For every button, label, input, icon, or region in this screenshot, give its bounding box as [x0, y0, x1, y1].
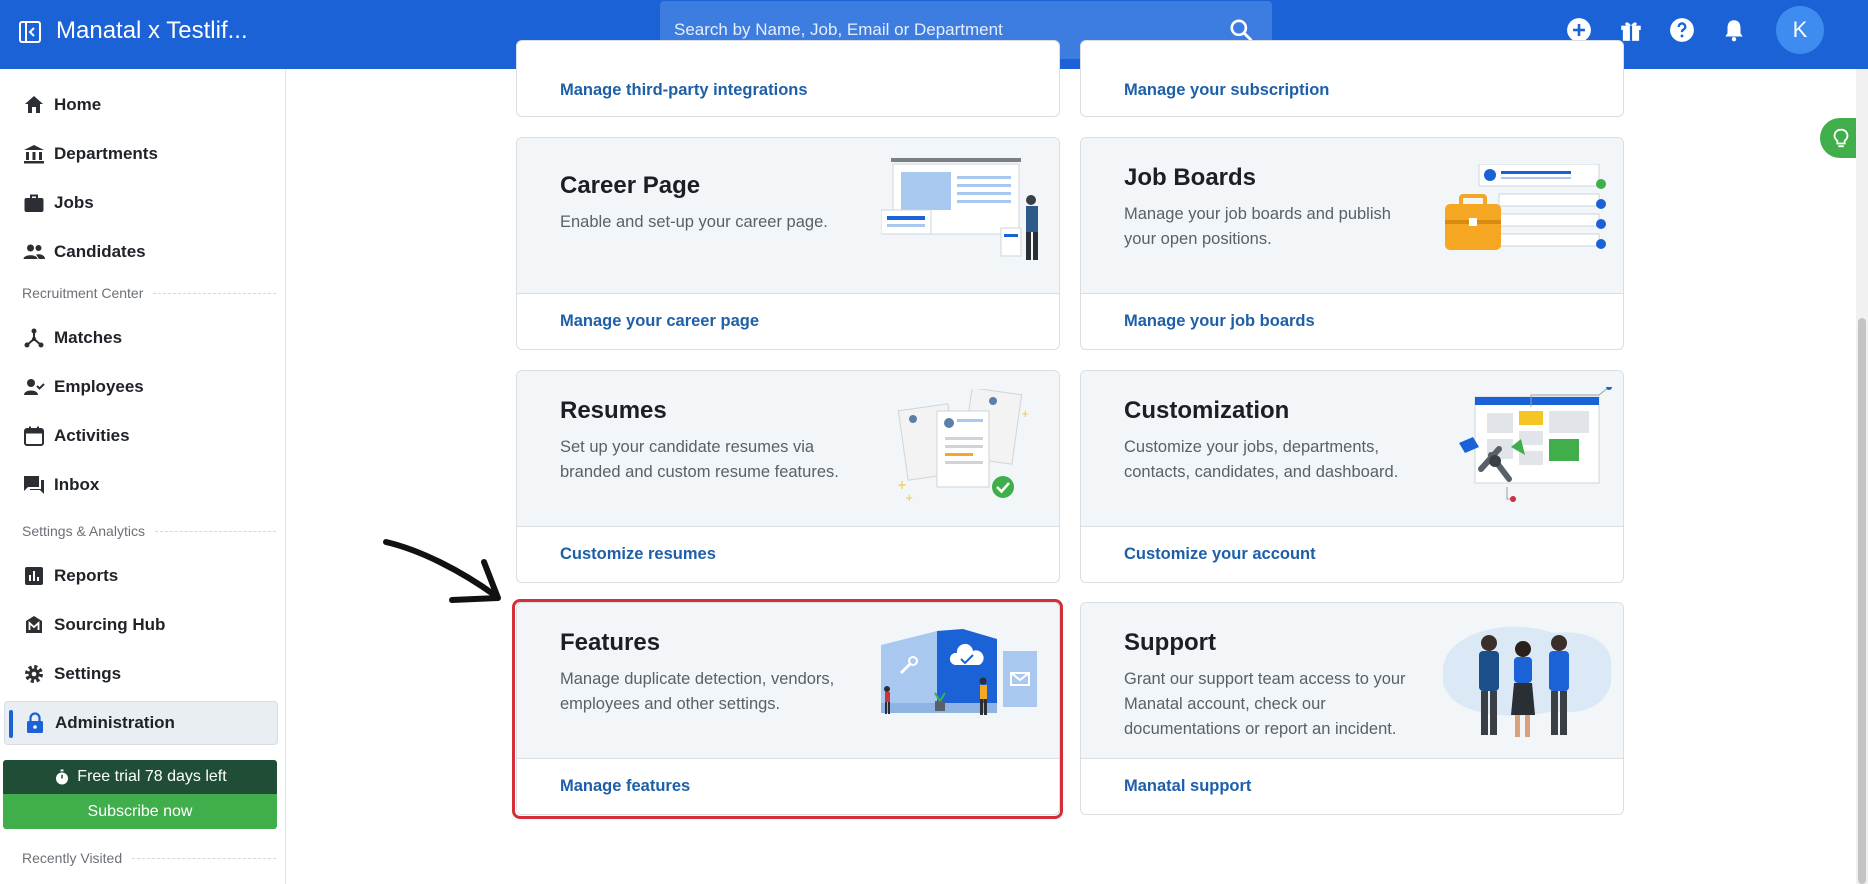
- help-icon[interactable]: [1669, 17, 1695, 43]
- sidebar-item-administration[interactable]: Administration: [4, 701, 278, 745]
- sidebar-item-label: Employees: [54, 377, 144, 396]
- sidebar-item-candidates[interactable]: Candidates: [4, 230, 278, 274]
- svg-text:+: +: [1021, 409, 1029, 420]
- section-recently-visited: Recently Visited: [22, 850, 276, 866]
- card-header: Support Grant our support team access to…: [1081, 603, 1623, 759]
- sidebar-item-label: Jobs: [54, 193, 94, 212]
- sidebar-item-jobs[interactable]: Jobs: [4, 181, 278, 225]
- briefcase-icon: [24, 194, 44, 212]
- card-support: Support Grant our support team access to…: [1080, 602, 1624, 815]
- sidebar-toggle-icon[interactable]: [18, 20, 42, 44]
- lightbulb-icon: [1833, 128, 1849, 148]
- card-description: Enable and set-up your career page.: [560, 213, 828, 231]
- sidebar-item-label: Settings: [54, 664, 122, 683]
- bar-chart-icon: [25, 567, 43, 585]
- sidebar-item-activities[interactable]: Activities: [4, 414, 278, 458]
- card-title: Features: [560, 629, 661, 656]
- sidebar-item-employees[interactable]: Employees: [4, 365, 278, 409]
- sidebar-item-label: Candidates: [54, 242, 146, 261]
- card-customization: Customization Customize your jobs, depar…: [1080, 370, 1624, 583]
- card-title: Resumes: [560, 397, 667, 424]
- app-title[interactable]: Manatal x Testlif...: [56, 17, 248, 45]
- gear-icon: [25, 665, 43, 683]
- customization-illustration: [1459, 387, 1612, 502]
- card-career-page: Career Page Enable and set-up your caree…: [516, 137, 1060, 350]
- free-trial-banner: Free trial 78 days left: [3, 760, 277, 794]
- hub-icon: [24, 328, 44, 348]
- section-settings-analytics: Settings & Analytics: [22, 523, 276, 539]
- manage-career-page-link[interactable]: Manage your career page: [560, 312, 759, 331]
- card-header: Resumes Set up your candidate resumes vi…: [517, 371, 1059, 527]
- stopwatch-icon: [56, 769, 69, 785]
- card-header: Career Page Enable and set-up your caree…: [517, 138, 1059, 294]
- sidebar-item-departments[interactable]: Departments: [4, 132, 278, 176]
- subscribe-now-button[interactable]: Subscribe now: [3, 794, 277, 829]
- manage-features-link[interactable]: Manage features: [560, 777, 690, 796]
- section-recruitment-center: Recruitment Center: [22, 285, 276, 301]
- sidebar: Home Departments Jobs Candidates Recruit…: [0, 69, 286, 884]
- sidebar-item-sourcing-hub[interactable]: Sourcing Hub: [4, 603, 278, 647]
- card-subscription: Manage your subscription: [1080, 40, 1624, 117]
- card-resumes: Resumes Set up your candidate resumes vi…: [516, 370, 1060, 583]
- tips-button[interactable]: [1820, 118, 1860, 158]
- people-icon: [23, 244, 45, 259]
- sidebar-item-inbox[interactable]: Inbox: [4, 463, 278, 507]
- card-integrations: Manage third-party integrations: [516, 40, 1060, 117]
- home-icon: [25, 96, 43, 113]
- sidebar-item-label: Reports: [54, 566, 119, 585]
- card-description: Grant our support team access to your Ma…: [1124, 670, 1406, 738]
- card-description: Manage your job boards and publish your …: [1124, 205, 1391, 248]
- lock-icon: [27, 712, 43, 733]
- sidebar-item-label: Home: [54, 95, 102, 114]
- sidebar-item-label: Departments: [54, 144, 158, 163]
- card-description: Customize your jobs, departments, contac…: [1124, 438, 1399, 481]
- card-header: Job Boards Manage your job boards and pu…: [1081, 138, 1623, 294]
- trial-text: Free trial 78 days left: [77, 768, 227, 785]
- sidebar-item-label: Matches: [54, 328, 123, 347]
- bank-icon: [24, 145, 44, 164]
- calendar-icon: [24, 426, 44, 446]
- sidebar-item-reports[interactable]: Reports: [4, 554, 278, 598]
- sourcing-icon: [26, 616, 42, 633]
- manatal-support-link[interactable]: Manatal support: [1124, 777, 1251, 796]
- manage-integrations-link[interactable]: Manage third-party integrations: [560, 81, 808, 100]
- customize-account-link[interactable]: Customize your account: [1124, 545, 1316, 564]
- svg-text:+: +: [897, 478, 907, 492]
- card-title: Customization: [1124, 397, 1290, 424]
- card-features: Features Manage duplicate detection, ven…: [516, 602, 1060, 815]
- sidebar-item-label: Activities: [54, 426, 130, 445]
- user-avatar[interactable]: K: [1776, 6, 1824, 54]
- pointer-arrow-icon: [383, 539, 501, 603]
- card-description: Set up your candidate resumes via brande…: [560, 438, 839, 481]
- svg-text:+: +: [905, 493, 913, 504]
- card-title: Job Boards: [1124, 164, 1257, 191]
- resumes-illustration: + + +: [897, 389, 1029, 504]
- card-job-boards: Job Boards Manage your job boards and pu…: [1080, 137, 1624, 350]
- chat-icon: [24, 476, 44, 494]
- manage-job-boards-link[interactable]: Manage your job boards: [1124, 312, 1315, 331]
- card-header: Customization Customize your jobs, depar…: [1081, 371, 1623, 527]
- sidebar-item-label: Administration: [55, 713, 175, 732]
- card-title: Support: [1124, 629, 1216, 656]
- job-boards-illustration: [1445, 164, 1606, 250]
- sidebar-item-matches[interactable]: Matches: [4, 316, 278, 360]
- career-page-illustration: [881, 158, 1038, 260]
- support-team-illustration: [1443, 626, 1612, 737]
- notification-bell-icon[interactable]: [1721, 17, 1747, 43]
- sidebar-item-home[interactable]: Home: [4, 83, 278, 127]
- gift-icon[interactable]: [1618, 17, 1644, 43]
- card-description: Manage duplicate detection, vendors, emp…: [560, 670, 835, 713]
- features-illustration: [881, 629, 1037, 715]
- customize-resumes-link[interactable]: Customize resumes: [560, 545, 716, 564]
- card-title: Career Page: [560, 172, 701, 199]
- scrollbar-thumb[interactable]: [1858, 318, 1866, 884]
- card-header: Features Manage duplicate detection, ven…: [517, 603, 1059, 759]
- sidebar-item-settings[interactable]: Settings: [4, 652, 278, 696]
- manage-subscription-link[interactable]: Manage your subscription: [1124, 81, 1329, 100]
- sidebar-item-label: Inbox: [54, 475, 100, 494]
- sidebar-item-label: Sourcing Hub: [54, 615, 166, 634]
- person-check-icon: [24, 379, 45, 395]
